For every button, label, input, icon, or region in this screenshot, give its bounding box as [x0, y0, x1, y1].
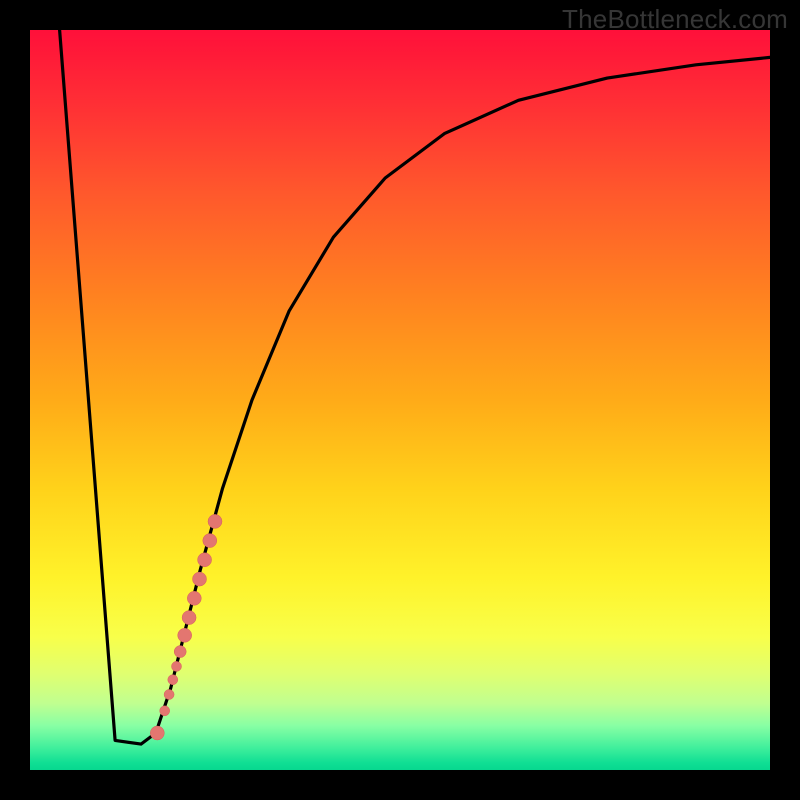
data-dot	[172, 661, 182, 671]
data-dot	[150, 726, 164, 740]
data-dot	[168, 675, 178, 685]
data-dot	[182, 611, 196, 625]
bottleneck-curve	[60, 30, 770, 744]
data-dot	[203, 534, 217, 548]
data-dot	[160, 706, 170, 716]
data-dot	[178, 628, 192, 642]
watermark-text: TheBottleneck.com	[562, 4, 788, 35]
data-dot	[187, 591, 201, 605]
data-dot	[174, 646, 186, 658]
data-dot	[208, 514, 222, 528]
data-dot	[164, 690, 174, 700]
data-dot	[193, 572, 207, 586]
data-dot	[198, 553, 212, 567]
